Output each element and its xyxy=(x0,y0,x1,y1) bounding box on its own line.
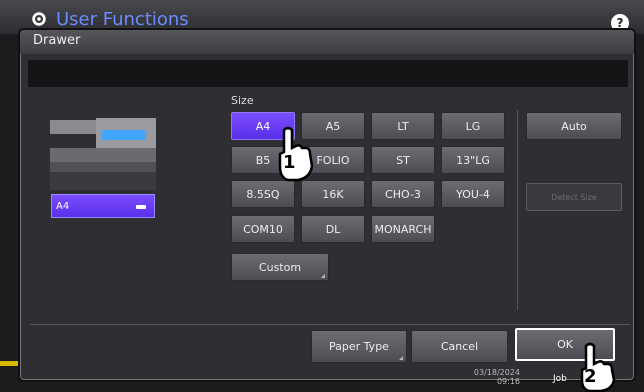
step-1-callout: 1 xyxy=(283,152,296,173)
size-button-monarch[interactable]: MONARCH xyxy=(371,215,435,243)
size-button-lt[interactable]: LT xyxy=(371,112,435,140)
size-button-85sq[interactable]: 8.5SQ xyxy=(231,180,295,208)
dialog-header xyxy=(20,30,634,54)
size-button-com10[interactable]: COM10 xyxy=(231,215,295,243)
size-section-label: Size xyxy=(231,94,254,107)
size-button-st[interactable]: ST xyxy=(371,146,435,174)
paper-type-label: Paper Type xyxy=(329,340,389,353)
size-button-cho3[interactable]: CHO-3 xyxy=(371,180,435,208)
clock-date: 03/18/2024 xyxy=(473,368,520,377)
copier-illustration-icon xyxy=(50,118,156,190)
message-area xyxy=(28,60,628,87)
step-2-callout: 2 xyxy=(584,366,597,387)
more-indicator-icon xyxy=(321,274,325,278)
vertical-divider xyxy=(517,110,518,310)
custom-size-label: Custom xyxy=(258,260,302,274)
cancel-button[interactable]: Cancel xyxy=(411,330,508,363)
size-button-16k[interactable]: 16K xyxy=(301,180,365,208)
app-title: User Functions xyxy=(56,9,189,30)
auto-size-button[interactable]: Auto xyxy=(526,112,622,140)
horizontal-divider xyxy=(30,324,630,325)
drawer-size-label: A4 xyxy=(56,201,70,212)
pointing-hand-icon-step2 xyxy=(580,342,616,392)
size-button-lg[interactable]: LG xyxy=(441,112,505,140)
dialog-title: Drawer xyxy=(33,33,81,48)
size-button-13lg[interactable]: 13"LG xyxy=(441,146,505,174)
size-button-you4[interactable]: YOU-4 xyxy=(441,180,505,208)
job-status-button[interactable]: Job xyxy=(553,374,567,384)
drawer-selected-item[interactable]: A4 xyxy=(51,194,155,218)
more-indicator-icon xyxy=(399,356,403,360)
background-strip xyxy=(0,350,20,392)
gear-icon xyxy=(32,12,46,26)
size-button-dl[interactable]: DL xyxy=(301,215,365,243)
clock: 03/18/2024 09:16 xyxy=(466,368,520,386)
custom-size-button[interactable]: Custom xyxy=(231,253,329,281)
tray-icon xyxy=(136,205,146,209)
status-indicator-strip xyxy=(0,361,20,366)
clock-time: 09:16 xyxy=(496,377,520,386)
detect-size-button: Detect Size xyxy=(526,183,622,211)
paper-type-button[interactable]: Paper Type xyxy=(311,330,407,363)
